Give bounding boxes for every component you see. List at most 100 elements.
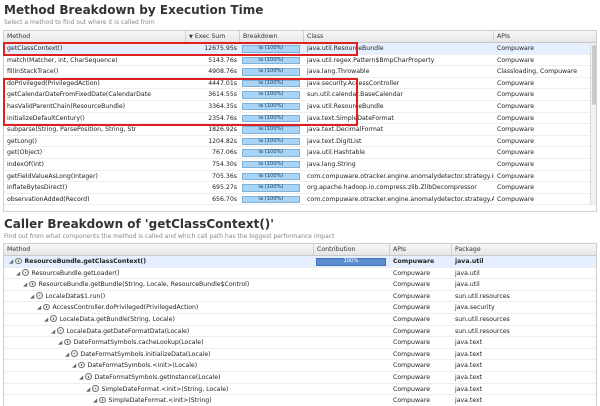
exec-sum-label: Exec Sum xyxy=(194,33,226,40)
method-icon xyxy=(57,327,64,334)
column-header-breakdown[interactable]: Breakdown xyxy=(240,31,304,43)
tree-row[interactable]: ◢ LocaleData.getDateFormatData(Locale) Com… xyxy=(4,326,596,338)
column-header-apis[interactable]: APIs xyxy=(494,31,596,43)
apis-cell: Compuware xyxy=(393,304,431,312)
collapse-arrow-icon[interactable]: ◢ xyxy=(37,303,43,313)
collapse-arrow-icon[interactable]: ◢ xyxy=(30,292,36,302)
method-table-vertical-scrollbar[interactable] xyxy=(590,43,596,205)
collapse-arrow-icon[interactable]: ◢ xyxy=(79,373,85,383)
breakdown-bar-label: ia (100%) xyxy=(258,137,284,144)
tree-row[interactable]: ◢ LocaleData$1.run() Compuware sun.util.res… xyxy=(4,291,596,303)
tree-row[interactable]: ◢ DateFormatSymbols.<init>(Locale) Compuwa… xyxy=(4,360,596,372)
tree-row[interactable]: ◢ ResourceBundle.getLoader() Compuware java… xyxy=(4,268,596,280)
table-row[interactable]: getClassContext() 12675.95s ia (100%) java.… xyxy=(4,43,596,55)
column-header-contribution[interactable]: Contribution xyxy=(314,244,390,256)
tree-node[interactable]: ◢ DateFormatSymbols.cacheLookup(Locale) xyxy=(58,337,309,348)
column-header-apis[interactable]: APIs xyxy=(390,244,452,256)
table-row[interactable]: fillInStackTrace() 4908.76s ia (100%) java.… xyxy=(4,66,596,78)
table-row[interactable]: initializeDefaultCentury() 2354.76s ia (10… xyxy=(4,113,596,125)
tree-row[interactable]: ◢ AccessController.doPrivileged(Privilege… xyxy=(4,302,596,314)
collapse-arrow-icon[interactable]: ◢ xyxy=(86,385,92,395)
method-cell: get(Object) xyxy=(7,149,43,157)
scrollbar-thumb[interactable] xyxy=(592,45,596,105)
tree-node[interactable]: ◢ LocaleData.getDateFormatData(Locale) xyxy=(51,326,309,337)
apis-cell: Compuware xyxy=(497,137,535,145)
column-header-method[interactable]: Method xyxy=(4,244,314,256)
tree-node[interactable]: ◢ DateFormatSymbols.getInstance(Locale) xyxy=(79,372,309,383)
tree-node[interactable]: ◢ SimpleDateFormat.<init>(String, Locale) xyxy=(86,384,309,395)
tree-node-label: LocaleData.getBundle(String, Locale) xyxy=(59,315,175,323)
column-header-package[interactable]: Package xyxy=(452,244,596,256)
table-row[interactable]: indexOf(int) 754.30s ia (100%) java.lang.St… xyxy=(4,159,596,171)
caller-tree-body: ◢ ResourceBundle.getClassContext() 100% Com… xyxy=(4,256,596,406)
package-cell: sun.util.resources xyxy=(455,292,510,300)
breakdown-bar: ia (100%) xyxy=(242,137,300,146)
exec-sum-cell: 3614.55s xyxy=(208,91,237,99)
collapse-arrow-icon[interactable]: ◢ xyxy=(58,338,64,348)
class-cell: sun.util.calendar.BaseCalendar xyxy=(307,91,403,99)
breakdown-bar-label: ia (100%) xyxy=(258,91,284,98)
tree-row[interactable]: ◢ DateFormatSymbols.initializeData(Locale… xyxy=(4,349,596,361)
table-row[interactable]: match(Matcher, int, CharSequence) 5143.76… xyxy=(4,55,596,67)
method-breakdown-title: Method Breakdown by Execution Time xyxy=(4,3,264,17)
method-icon xyxy=(85,373,92,380)
breakdown-bar-label: ia (100%) xyxy=(258,126,284,133)
collapse-arrow-icon[interactable]: ◢ xyxy=(72,361,78,371)
tree-row[interactable]: ◢ DateFormatSymbols.getInstance(Locale) Co… xyxy=(4,372,596,384)
tree-node-label: DateFormatSymbols.initializeData(Locale) xyxy=(80,350,211,358)
apis-cell: Compuware xyxy=(497,114,535,122)
class-cell: org.apache.hadoop.io.compress.zlib.ZlibD… xyxy=(307,184,477,192)
method-cell: getFieldValueAsLong(Integer) xyxy=(7,172,98,180)
breakdown-bar: ia (100%) xyxy=(242,102,300,111)
class-cell: java.util.regex.Pattern$BmpCharProperty xyxy=(307,56,435,64)
tree-node[interactable]: ◢ DateFormatSymbols.initializeData(Locale… xyxy=(65,349,309,360)
method-cell: fillInStackTrace() xyxy=(7,68,59,76)
column-header-class[interactable]: Class xyxy=(304,31,494,43)
tree-row[interactable]: ◢ DateFormatSymbols.cacheLookup(Locale) Co… xyxy=(4,337,596,349)
collapse-arrow-icon[interactable]: ◢ xyxy=(65,350,71,360)
package-cell: sun.util.resources xyxy=(455,327,510,335)
collapse-arrow-icon[interactable]: ◢ xyxy=(44,315,50,325)
table-row[interactable]: inflateBytesDirect() 695.27s ia (100%) org.… xyxy=(4,182,596,194)
tree-row[interactable]: ◢ ResourceBundle.getBundle(String, Locale… xyxy=(4,279,596,291)
tree-node-label: ResourceBundle.getClassContext() xyxy=(24,258,147,265)
table-row[interactable]: getCalendarDateFromFixedDate(CalendarDat… xyxy=(4,89,596,101)
apis-cell: Compuware xyxy=(393,281,431,289)
column-header-method[interactable]: Method xyxy=(4,31,186,43)
method-breakdown-subtitle: Select a method to find out where it is … xyxy=(4,19,155,26)
tree-node[interactable]: ◢ ResourceBundle.getBundle(String, Locale… xyxy=(23,279,309,290)
collapse-arrow-icon[interactable]: ◢ xyxy=(51,327,57,337)
tree-node[interactable]: ◢ AccessController.doPrivileged(Privilege… xyxy=(37,302,309,313)
collapse-arrow-icon[interactable]: ◢ xyxy=(93,396,99,406)
tree-node[interactable]: ◢ ResourceBundle.getLoader() xyxy=(16,268,309,279)
breakdown-bar-label: ia (100%) xyxy=(258,102,284,109)
apis-cell: Compuware xyxy=(497,195,535,203)
table-row[interactable]: observationAdded(Record) 656.70s ia (100%)… xyxy=(4,194,596,206)
table-row[interactable]: doPrivileged(PrivilegedAction) 4447.01s ia… xyxy=(4,78,596,90)
class-cell: java.text.DigitList xyxy=(307,137,362,145)
tree-row[interactable]: ◢ SimpleDateFormat.<init>(String, Locale)… xyxy=(4,384,596,396)
breakdown-bar-label: ia (100%) xyxy=(258,149,284,156)
class-cell: java.lang.Throwable xyxy=(307,68,370,76)
tree-row[interactable]: ◢ LocaleData.getBundle(String, Locale) Com… xyxy=(4,314,596,326)
apis-cell: Compuware xyxy=(497,184,535,192)
tree-node[interactable]: ◢ DateFormatSymbols.<init>(Locale) xyxy=(72,360,309,371)
table-row[interactable]: get(Object) 767.06s ia (100%) java.util.Has… xyxy=(4,147,596,159)
breakdown-bar-label: ia (100%) xyxy=(258,68,284,75)
tree-node[interactable]: ◢ SimpleDateFormat.<init>(String) xyxy=(93,395,309,406)
table-row[interactable]: subparse(String, ParsePosition, String, … xyxy=(4,124,596,136)
table-row[interactable]: getLong() 1204.82s ia (100%) java.text.Digi… xyxy=(4,136,596,148)
column-header-exec-sum[interactable]: ▼ Exec Sum xyxy=(186,31,240,43)
collapse-arrow-icon[interactable]: ◢ xyxy=(9,257,15,267)
tree-row[interactable]: ◢ ResourceBundle.getClassContext() 100% Com… xyxy=(4,256,596,268)
tree-row[interactable]: ◢ SimpleDateFormat.<init>(String) Compuwar… xyxy=(4,395,596,406)
tree-node[interactable]: ◢ LocaleData.getBundle(String, Locale) xyxy=(44,314,309,325)
class-cell: com.compuware.otracker.engine.anomalydet… xyxy=(307,172,494,180)
tree-node[interactable]: ◢ ResourceBundle.getClassContext() xyxy=(9,256,309,267)
collapse-arrow-icon[interactable]: ◢ xyxy=(16,269,22,279)
table-row[interactable]: getFieldValueAsLong(Integer) 705.36s ia (1… xyxy=(4,171,596,183)
package-cell: java.text xyxy=(455,397,483,405)
collapse-arrow-icon[interactable]: ◢ xyxy=(23,280,29,290)
table-row[interactable]: hasValidParentChain(ResourceBundle) 3364.… xyxy=(4,101,596,113)
tree-node[interactable]: ◢ LocaleData$1.run() xyxy=(30,291,309,302)
